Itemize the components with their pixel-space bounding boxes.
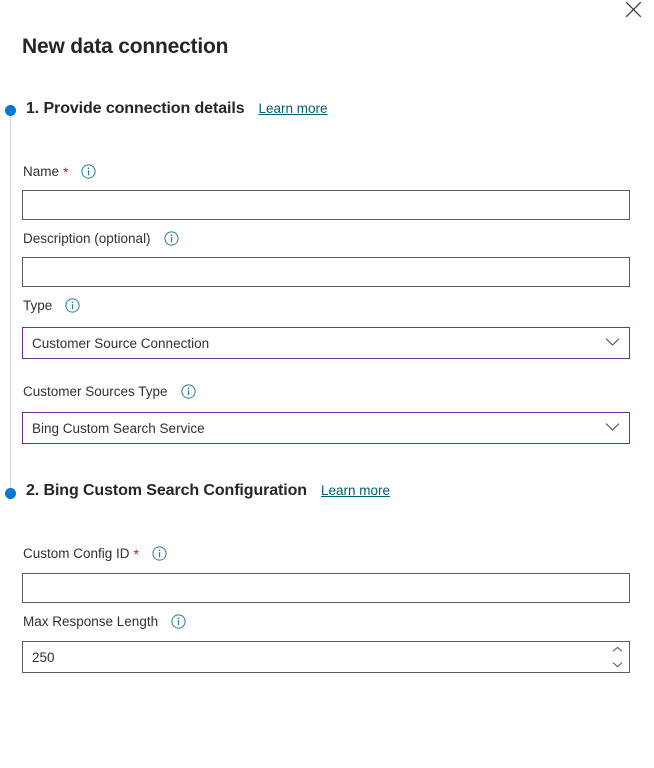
type-label-text: Type: [23, 298, 53, 313]
info-icon[interactable]: [163, 231, 179, 246]
description-label-text: Description (optional): [23, 231, 151, 246]
customer-sources-type-field-label: Customer Sources Type: [23, 384, 196, 399]
section-1-title: 1. Provide connection details: [26, 100, 245, 117]
name-required-asterisk: *: [63, 163, 69, 180]
info-icon[interactable]: [180, 384, 196, 399]
stepper-increment-button[interactable]: [605, 642, 629, 657]
page-title: New data connection: [22, 35, 229, 58]
close-panel-button[interactable]: [618, 0, 648, 24]
info-icon[interactable]: [81, 164, 97, 179]
customer-sources-type-dropdown-value: Bing Custom Search Service: [32, 420, 205, 436]
max-response-length-label-text: Max Response Length: [23, 614, 159, 629]
section-2-learn-more-link[interactable]: Learn more: [321, 483, 390, 498]
custom-config-id-field-label: Custom Config ID *: [23, 546, 167, 561]
stepper-buttons: [605, 642, 629, 672]
customer-sources-type-dropdown[interactable]: Bing Custom Search Service: [22, 412, 630, 444]
description-field-label: Description (optional): [23, 231, 179, 246]
section-2-title: 2. Bing Custom Search Configuration: [26, 482, 307, 499]
section-1-learn-more-link[interactable]: Learn more: [259, 101, 328, 116]
chevron-down-icon: [605, 334, 620, 352]
stepper-decrement-button[interactable]: [605, 657, 629, 672]
close-icon: [625, 1, 642, 18]
description-input[interactable]: [22, 257, 630, 287]
max-response-length-stepper[interactable]: [22, 641, 630, 673]
customer-sources-type-label-text: Customer Sources Type: [23, 384, 168, 399]
custom-config-id-required-asterisk: *: [133, 545, 139, 562]
type-dropdown[interactable]: Customer Source Connection: [22, 327, 630, 359]
step-indicator-dot-2: [5, 488, 16, 499]
info-icon[interactable]: [152, 546, 167, 561]
info-icon[interactable]: [171, 614, 186, 629]
custom-config-id-label-text: Custom Config ID: [23, 546, 130, 561]
wizard-rail-line: [10, 116, 11, 488]
chevron-down-icon: [605, 419, 620, 437]
custom-config-id-input[interactable]: [22, 573, 630, 603]
type-field-label: Type: [23, 298, 80, 313]
section-header-2: 2. Bing Custom Search Configuration Lear…: [26, 482, 390, 500]
name-input[interactable]: [22, 190, 630, 220]
name-field-label: Name *: [23, 163, 97, 180]
name-label-text: Name: [23, 164, 60, 179]
max-response-length-input[interactable]: [23, 642, 605, 672]
section-header-1: 1. Provide connection details Learn more: [26, 100, 328, 118]
step-indicator-dot-1: [5, 105, 16, 116]
max-response-length-field-label: Max Response Length: [23, 614, 186, 629]
type-dropdown-value: Customer Source Connection: [32, 335, 210, 351]
info-icon[interactable]: [65, 298, 80, 313]
